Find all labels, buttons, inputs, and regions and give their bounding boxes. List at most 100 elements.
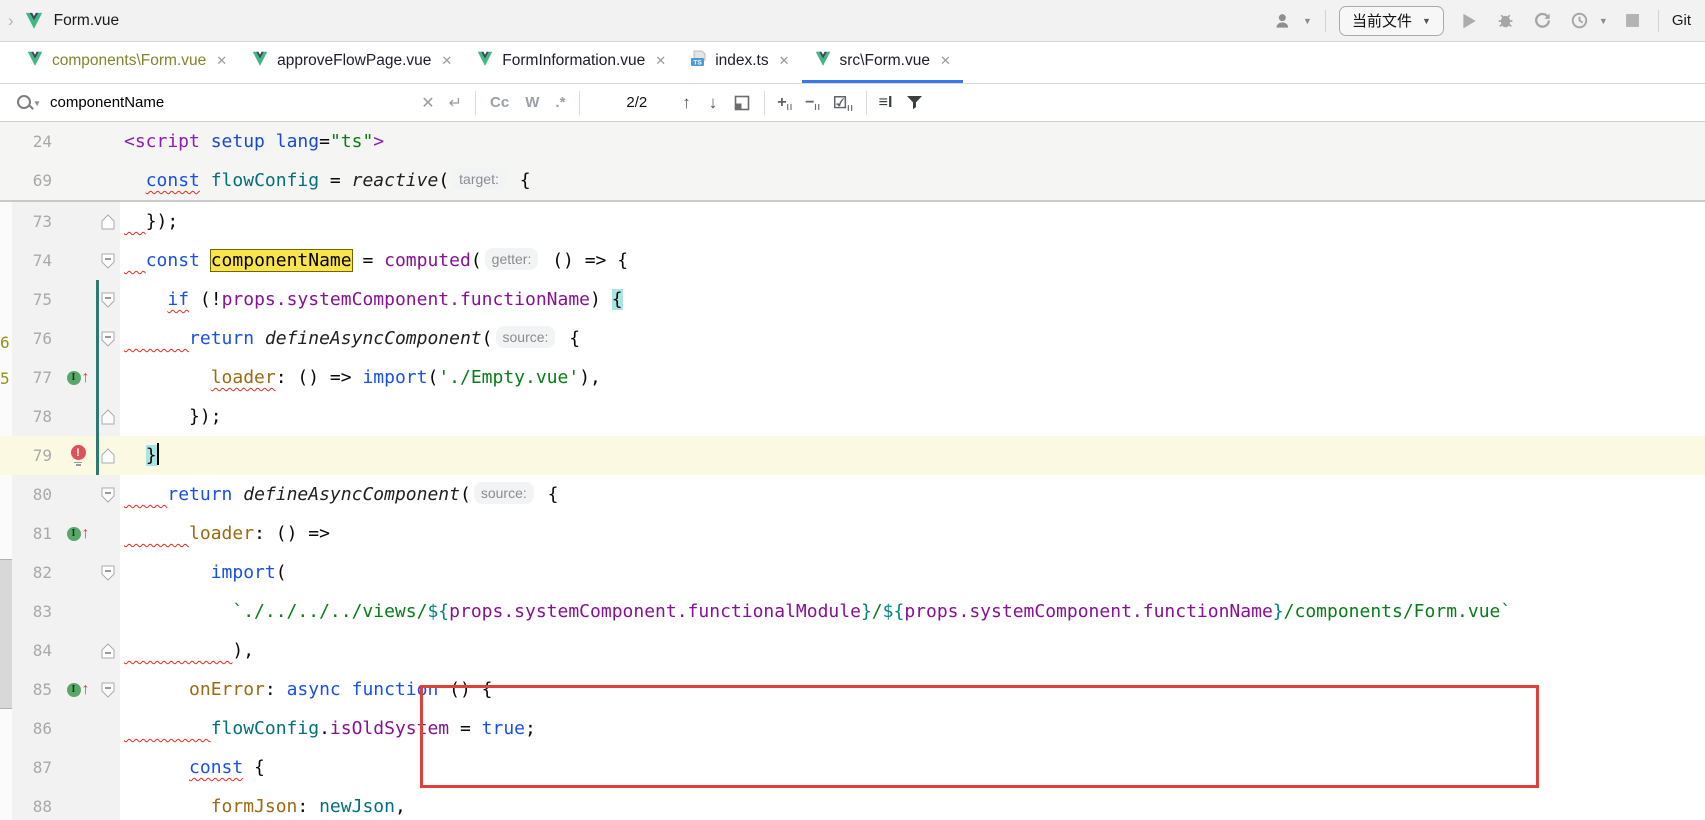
fold-marker-icon[interactable] bbox=[96, 631, 120, 670]
gutter-icon-slot bbox=[60, 122, 96, 161]
stop-icon[interactable] bbox=[1621, 9, 1645, 33]
vcs-change-bar bbox=[96, 319, 99, 358]
token: (! bbox=[189, 289, 222, 310]
code-line-77[interactable]: loader: () => import('./Empty.vue'), bbox=[120, 358, 1705, 397]
run-history-dropdown-icon[interactable]: ▼ bbox=[1599, 16, 1608, 26]
search-icon[interactable]: ▼ bbox=[16, 94, 34, 112]
fold-marker-icon[interactable] bbox=[96, 553, 120, 592]
vue-file-icon bbox=[814, 51, 832, 72]
code-line-84[interactable]: ), bbox=[120, 631, 1705, 670]
token: flowConfig bbox=[211, 170, 319, 191]
debug-icon[interactable] bbox=[1494, 9, 1518, 33]
token: loader bbox=[189, 523, 254, 544]
token: setup bbox=[211, 131, 265, 152]
line-number: 85 bbox=[12, 670, 60, 709]
tab-label: index.ts bbox=[715, 52, 768, 70]
editor-tab-src-Form.vue[interactable]: src\Form.vue✕ bbox=[802, 42, 963, 83]
code-line-81[interactable]: loader: () => bbox=[120, 514, 1705, 553]
implementation-marker-icon[interactable]: I↑ bbox=[60, 514, 96, 553]
newline-icon[interactable]: ↵ bbox=[442, 93, 469, 113]
fold-marker-icon[interactable] bbox=[96, 397, 120, 436]
fold-marker-icon[interactable] bbox=[96, 319, 120, 358]
code-line-75[interactable]: if (!props.systemComponent.functionName)… bbox=[120, 280, 1705, 319]
line-number: 76 bbox=[12, 319, 60, 358]
token: async bbox=[287, 679, 341, 700]
selection-lines-icon[interactable]: ≡I bbox=[873, 94, 899, 112]
fold-marker-icon[interactable] bbox=[96, 436, 120, 475]
tab-label: approveFlowPage.vue bbox=[277, 52, 431, 70]
implementation-marker-icon[interactable]: I↑ bbox=[60, 670, 96, 709]
code-line-82[interactable]: import( bbox=[120, 553, 1705, 592]
fold-slot bbox=[96, 592, 120, 631]
editor-tab-approveFlowPage.vue[interactable]: approveFlowPage.vue ✕ bbox=[239, 42, 464, 83]
code-line-74[interactable]: const componentName = computed(getter: (… bbox=[120, 241, 1705, 280]
previous-match-icon[interactable]: ↑ bbox=[673, 93, 700, 113]
code-line-73[interactable]: }); bbox=[120, 202, 1705, 241]
editor-tab-FormInformation.vue[interactable]: FormInformation.vue✕ bbox=[464, 42, 678, 83]
match-case-toggle[interactable]: Cc bbox=[482, 94, 517, 111]
run-config-selector[interactable]: 当前文件 ▼ bbox=[1339, 6, 1444, 36]
code-line-24[interactable]: <script setup lang="ts"> bbox=[120, 122, 1705, 161]
token: defineAsyncComponent bbox=[243, 484, 460, 505]
code-line-78[interactable]: }); bbox=[120, 397, 1705, 436]
code-row-84: 84 ), bbox=[0, 631, 1705, 670]
token: import bbox=[362, 367, 427, 388]
code-line-69[interactable]: const flowConfig = reactive(target: { bbox=[120, 161, 1705, 200]
regex-toggle[interactable]: .* bbox=[547, 94, 573, 111]
filter-icon[interactable] bbox=[898, 95, 931, 110]
gutter-icon-slot bbox=[60, 280, 96, 319]
git-menu[interactable]: Git bbox=[1672, 12, 1691, 29]
code-line-88[interactable]: formJson: newJson, bbox=[120, 787, 1705, 820]
error-marker-icon[interactable]: ! bbox=[60, 436, 96, 475]
run-icon[interactable] bbox=[1457, 9, 1481, 33]
code-row-24: 24<script setup lang="ts"> bbox=[0, 122, 1705, 161]
code-line-80[interactable]: return defineAsyncComponent(source: { bbox=[120, 475, 1705, 514]
profile-dropdown-icon[interactable]: ▼ bbox=[1303, 16, 1312, 26]
token: props.systemComponent.functionalModule bbox=[449, 601, 861, 622]
fold-slot bbox=[96, 514, 120, 553]
whole-words-toggle[interactable]: W bbox=[517, 94, 547, 111]
clear-search-icon[interactable]: ✕ bbox=[414, 93, 441, 113]
close-tab-icon[interactable]: ✕ bbox=[940, 53, 951, 69]
code-line-76[interactable]: return defineAsyncComponent(source: { bbox=[120, 319, 1705, 358]
close-tab-icon[interactable]: ✕ bbox=[216, 53, 227, 69]
fold-slot bbox=[96, 358, 120, 397]
code-line-83[interactable]: `./../../../views/${props.systemComponen… bbox=[120, 592, 1705, 631]
run-history-icon[interactable] bbox=[1568, 9, 1592, 33]
search-divider bbox=[475, 91, 476, 115]
select-all-occurrences-icon[interactable]: ☑II bbox=[827, 93, 860, 113]
add-occurrence-icon[interactable]: +II bbox=[771, 94, 799, 112]
close-tab-icon[interactable]: ✕ bbox=[655, 53, 666, 69]
token bbox=[341, 679, 352, 700]
search-input[interactable]: componentName bbox=[50, 94, 164, 111]
editor-tab-components-Form.vue[interactable]: components\Form.vue ✕ bbox=[14, 42, 239, 83]
fold-marker-icon[interactable] bbox=[96, 475, 120, 514]
token bbox=[200, 170, 211, 191]
fold-marker-icon[interactable] bbox=[96, 670, 120, 709]
code-row-83: 83 `./../../../views/${props.systemCompo… bbox=[0, 592, 1705, 631]
vue-file-icon bbox=[476, 51, 494, 72]
editor-tab-index.ts[interactable]: TSindex.ts✕ bbox=[678, 42, 801, 83]
tab-bar: components\Form.vue ✕ approveFlowPage.vue ✕… bbox=[0, 42, 1705, 84]
close-tab-icon[interactable]: ✕ bbox=[441, 53, 452, 69]
fold-marker-icon[interactable] bbox=[96, 280, 120, 319]
run-config-dropdown-icon: ▼ bbox=[1422, 16, 1431, 26]
token: ( bbox=[276, 562, 287, 583]
next-match-icon[interactable]: ↓ bbox=[700, 93, 727, 113]
line-number: 81 bbox=[12, 514, 60, 553]
remove-occurrence-icon[interactable]: −II bbox=[799, 94, 827, 112]
fold-marker-icon[interactable] bbox=[96, 241, 120, 280]
profile-icon[interactable] bbox=[1272, 9, 1296, 33]
code-editor[interactable]: 6.565 24<script setup lang="ts">69 const… bbox=[0, 122, 1705, 820]
token: reactive bbox=[352, 170, 439, 191]
code-line-79[interactable]: } bbox=[120, 436, 1705, 475]
coverage-icon[interactable] bbox=[1531, 9, 1555, 33]
line-number: 73 bbox=[12, 202, 60, 241]
implementation-marker-icon[interactable]: I↑ bbox=[60, 358, 96, 397]
close-tab-icon[interactable]: ✕ bbox=[779, 53, 790, 69]
token: loader bbox=[211, 367, 276, 388]
tab-label: components\Form.vue bbox=[52, 52, 206, 70]
token: newJson bbox=[319, 796, 395, 817]
open-in-find-window-icon[interactable] bbox=[726, 95, 758, 111]
fold-marker-icon[interactable] bbox=[96, 202, 120, 241]
